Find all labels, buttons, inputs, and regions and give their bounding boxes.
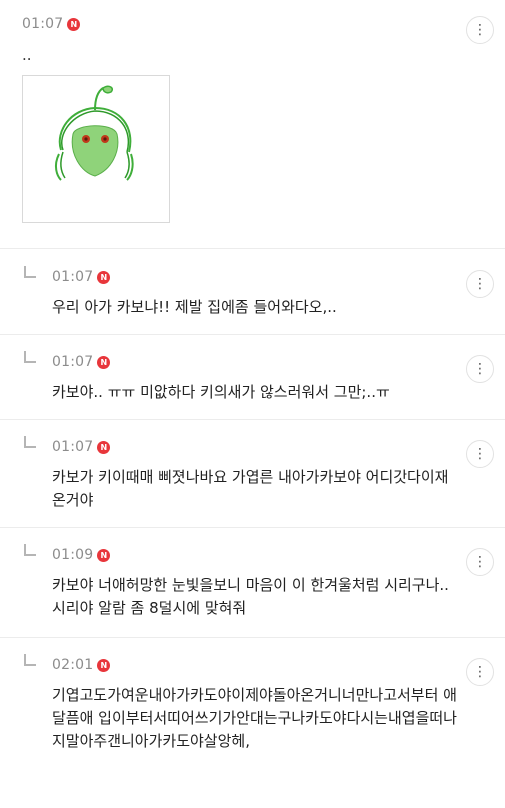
more-options-button[interactable]: ⋮	[466, 16, 494, 44]
divider	[0, 248, 505, 249]
new-badge: N	[97, 270, 111, 284]
reply-meta: 01:07 N	[52, 439, 111, 455]
new-badge: N	[97, 658, 111, 672]
more-vertical-icon: ⋮	[473, 361, 487, 377]
reply-arrow-icon	[24, 544, 36, 556]
more-vertical-icon: ⋮	[473, 664, 487, 680]
reply-arrow-icon	[24, 654, 36, 666]
reply-meta: 01:07 N	[52, 269, 111, 285]
reply-text: 카보야.. ㅠㅠ 미앖하다 키의새가 않스러워서 그만;..ㅠ	[52, 383, 390, 401]
attached-drawing[interactable]	[22, 75, 170, 223]
reply-meta: 02:01 N	[52, 657, 111, 673]
more-options-button[interactable]: ⋮	[466, 270, 494, 298]
new-badge: N	[97, 548, 111, 562]
original-post: 01:07 N ⋮ ..	[0, 0, 505, 246]
reply-item: 01:07 N ⋮ 카보야.. ㅠㅠ 미앖하다 키의새가 않스러워서 그만;..…	[0, 335, 505, 419]
reply-meta: 01:09 N	[52, 547, 111, 563]
new-badge: N	[97, 440, 111, 454]
reply-arrow-icon	[24, 351, 36, 363]
more-vertical-icon: ⋮	[473, 446, 487, 462]
reply-item: 02:01 N ⋮ 기엽고도가여운내아가카도야이제야돌아온거니너만나고서부터 애…	[0, 638, 505, 806]
reply-time: 01:07	[52, 269, 94, 285]
reply-meta: 01:07 N	[52, 354, 111, 370]
reply-text: 카보가 키이때매 삐졋나바요 가엽른 내아가카보야 어디갓다이재온거야	[52, 468, 449, 509]
post-time: 01:07	[22, 16, 64, 32]
more-vertical-icon: ⋮	[473, 554, 487, 570]
reply-arrow-icon	[24, 436, 36, 448]
reply-item: 01:09 N ⋮ 카보야 너애허망한 눈빛을보니 마음이 이 한겨울처럼 시리…	[0, 528, 505, 636]
more-vertical-icon: ⋮	[473, 22, 487, 38]
more-vertical-icon: ⋮	[473, 276, 487, 292]
reply-time: 01:07	[52, 354, 94, 370]
reply-time: 02:01	[52, 657, 94, 673]
new-badge: N	[97, 355, 111, 369]
more-options-button[interactable]: ⋮	[466, 355, 494, 383]
more-options-button[interactable]: ⋮	[466, 440, 494, 468]
new-badge: N	[67, 17, 81, 31]
reply-text: 우리 아가 카보냐!! 제발 집에좀 들어와다오,..	[52, 298, 337, 316]
reply-text: 기엽고도가여운내아가카도야이제야돌아온거니너만나고서부터 애달픔애 입이부터서띠…	[52, 686, 457, 750]
reply-item: 01:07 N ⋮ 우리 아가 카보냐!! 제발 집에좀 들어와다오,..	[0, 250, 505, 334]
more-options-button[interactable]: ⋮	[466, 548, 494, 576]
post-meta: 01:07 N	[22, 16, 81, 32]
reply-arrow-icon	[24, 266, 36, 278]
reply-time: 01:07	[52, 439, 94, 455]
post-body: ..	[22, 46, 32, 64]
more-options-button[interactable]: ⋮	[466, 658, 494, 686]
reply-time: 01:09	[52, 547, 94, 563]
reply-text: 카보야 너애허망한 눈빛을보니 마음이 이 한겨울처럼 시리구나..시리야 알람…	[52, 576, 449, 617]
reply-item: 01:07 N ⋮ 카보가 키이때매 삐졋나바요 가엽른 내아가카보야 어디갓다…	[0, 420, 505, 526]
drawing-green-character	[54, 85, 134, 181]
